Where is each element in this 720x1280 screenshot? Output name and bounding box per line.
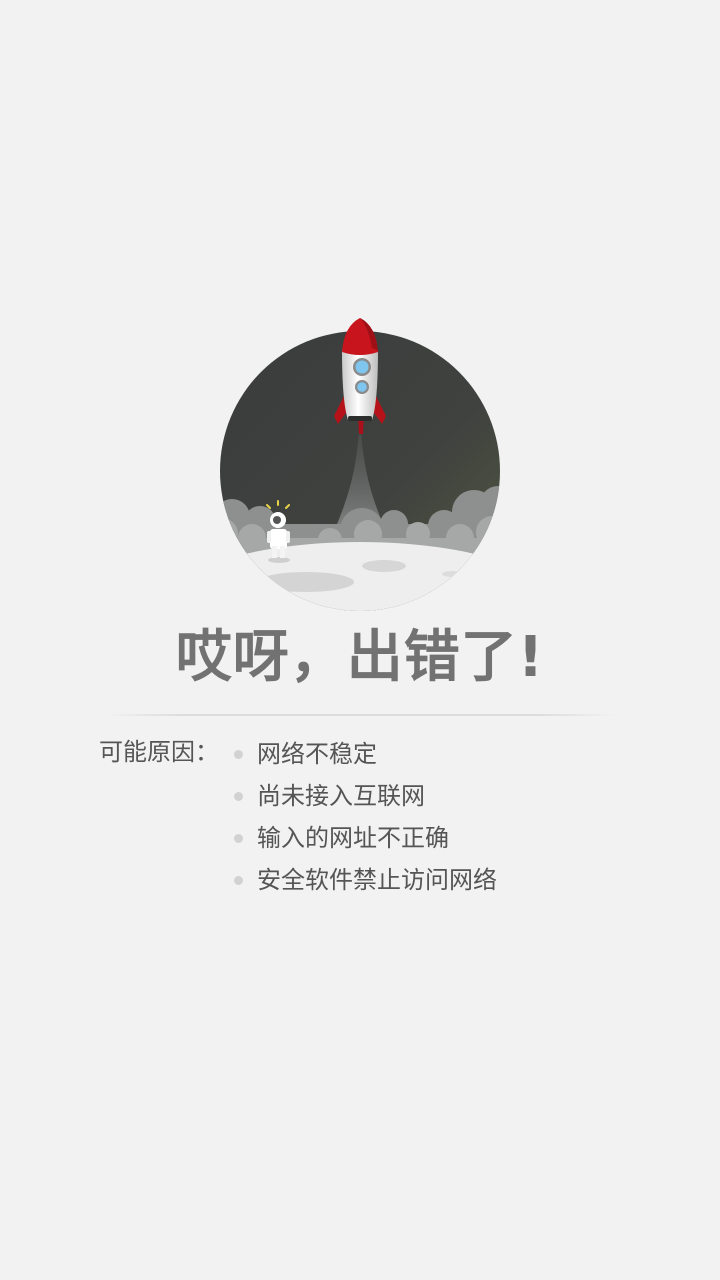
reason-text: 尚未接入互联网 <box>257 782 425 810</box>
bullet-icon <box>234 791 243 801</box>
error-title: 哎呀，出错了! <box>175 625 545 690</box>
list-item: 尚未接入互联网 <box>234 775 497 817</box>
reason-text: 安全软件禁止访问网络 <box>257 866 497 894</box>
bullet-icon <box>234 833 243 843</box>
reason-text: 输入的网址不正确 <box>257 824 449 852</box>
list-item: 输入的网址不正确 <box>234 817 497 859</box>
reasons-list: 网络不稳定 尚未接入互联网 输入的网址不正确 安全软件禁止访问网络 <box>234 733 497 901</box>
list-item: 安全软件禁止访问网络 <box>234 859 497 901</box>
bullet-icon <box>234 749 243 759</box>
reason-text: 网络不稳定 <box>257 740 377 768</box>
divider <box>104 714 616 716</box>
rocket-moon-illustration <box>220 318 500 611</box>
network-error-page: 哎呀，出错了! 可能原因： 网络不稳定 尚未接入互联网 输入的网址不正确 安全软… <box>0 0 720 1280</box>
bullet-icon <box>234 875 243 885</box>
reasons-label: 可能原因： <box>99 738 219 766</box>
list-item: 网络不稳定 <box>234 733 497 775</box>
